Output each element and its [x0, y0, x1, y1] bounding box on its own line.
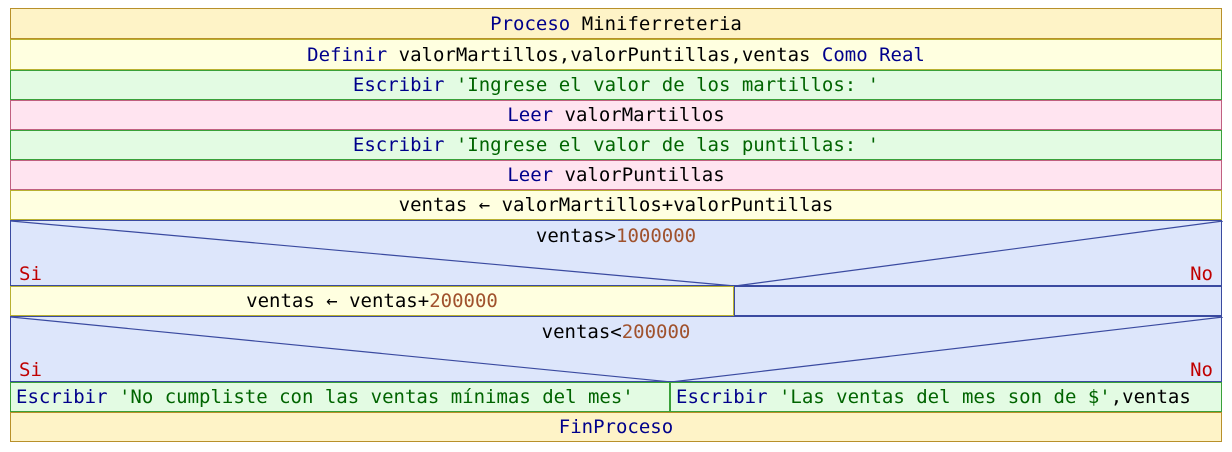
condition-2-no-label: No [1190, 359, 1213, 381]
assign-ventas-bonus-text: ventas ← ventas+ [246, 290, 430, 312]
keyword-definir: Definir [307, 43, 388, 66]
var-valor-martillos: valorMartillos [564, 104, 725, 126]
assign-ventas-sum-text: ventas ← valorMartillos+valorPuntillas [398, 194, 834, 216]
condition-1-no-branch-empty [734, 286, 1222, 316]
write-ventas-mes-statement: Escribir 'Las ventas del mes son de $' ,v… [670, 382, 1222, 412]
keyword-escribir: Escribir [676, 386, 768, 408]
condition-ventas-menor: ventas<200000 Si No [10, 316, 1223, 383]
keyword-finproceso: FinProceso [558, 416, 674, 438]
condition-2-number: 200000 [621, 321, 691, 343]
string-puntillas: 'Ingrese el valor de las puntillas: ' [455, 134, 880, 156]
write-martillos-statement: Escribir 'Ingrese el valor de los martil… [10, 70, 1222, 100]
keyword-escribir: Escribir [16, 386, 108, 408]
condition-2-expression: ventas<200000 [11, 321, 1221, 343]
define-statement: Definir valorMartillos,valorPuntillas,ve… [10, 39, 1222, 70]
keyword-leer: Leer [507, 164, 554, 186]
assign-ventas-sum: ventas ← valorMartillos+valorPuntillas [10, 190, 1222, 220]
process-name: Miniferreteria [581, 12, 742, 35]
condition-2-yes-label: Si [19, 359, 42, 381]
condition-1-yes-label: Si [19, 263, 42, 285]
keyword-escribir: Escribir [352, 74, 445, 96]
keyword-como-real: Como Real [821, 43, 925, 66]
condition-1-number: 1000000 [616, 225, 697, 247]
keyword-proceso: Proceso [490, 12, 571, 35]
condition-1-expression: ventas>1000000 [11, 225, 1221, 247]
string-martillos: 'Ingrese el valor de los martillos: ' [455, 74, 880, 96]
condition-2-expr: ventas< [541, 321, 622, 343]
bonus-number: 200000 [429, 290, 498, 312]
keyword-leer: Leer [507, 104, 554, 126]
read-martillos-statement: Leer valorMartillos [10, 100, 1222, 130]
write-puntillas-statement: Escribir 'Ingrese el valor de las puntil… [10, 130, 1222, 160]
write-no-cumpliste-statement: Escribir 'No cumpliste con las ventas mí… [10, 382, 670, 412]
assign-ventas-bonus: ventas ← ventas+ 200000 [10, 286, 734, 316]
tail-ventas: ,ventas [1110, 386, 1191, 408]
condition-1-no-label: No [1190, 263, 1213, 285]
process-header: Proceso Miniferreteria [10, 8, 1222, 39]
condition-1-expr: ventas> [535, 225, 616, 247]
defined-variables: valorMartillos,valorPuntillas,ventas [398, 43, 811, 66]
process-footer: FinProceso [10, 412, 1222, 442]
read-puntillas-statement: Leer valorPuntillas [10, 160, 1222, 190]
condition-ventas-mayor: ventas>1000000 Si No [10, 220, 1223, 287]
string-no-cumpliste: 'No cumpliste con las ventas mínimas del… [118, 386, 634, 408]
string-ventas-mes: 'Las ventas del mes son de $' [778, 386, 1111, 408]
keyword-escribir: Escribir [352, 134, 445, 156]
var-valor-puntillas: valorPuntillas [564, 164, 725, 186]
